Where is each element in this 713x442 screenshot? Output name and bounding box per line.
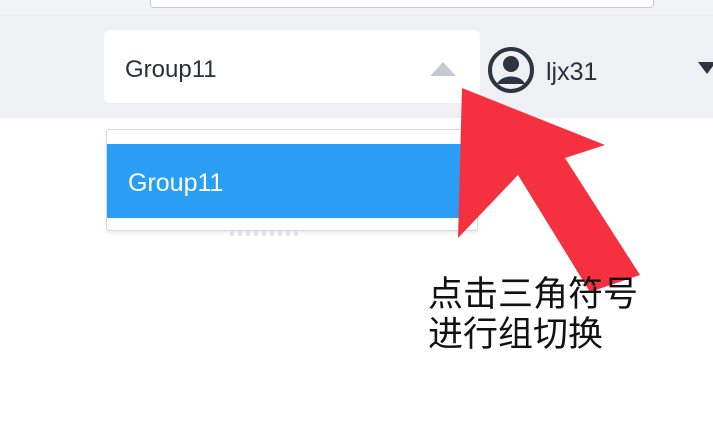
faint-background-text	[230, 230, 300, 236]
username[interactable]: ljx31	[546, 58, 597, 87]
group-dropdown-menu: Group11	[106, 129, 478, 231]
annotation-line-2: 进行组切换	[428, 315, 604, 355]
top-input-field[interactable]	[150, 0, 654, 8]
top-toolbar-strip	[0, 0, 713, 14]
group-select-value: Group11	[125, 56, 217, 83]
dropdown-option-label: Group11	[128, 169, 224, 197]
annotation-line-1: 点击三角符号	[428, 275, 639, 315]
user-avatar-icon[interactable]	[487, 46, 535, 94]
group-select[interactable]: Group11	[104, 30, 480, 103]
caret-down-icon[interactable]	[698, 62, 713, 74]
page: Group11 ljx31 Group11 点击三角符号 进行组切换	[0, 0, 713, 442]
dropdown-option[interactable]: Group11	[107, 144, 477, 218]
caret-up-icon[interactable]	[430, 62, 456, 76]
annotation-text: 点击三角符号 进行组切换	[428, 275, 638, 355]
